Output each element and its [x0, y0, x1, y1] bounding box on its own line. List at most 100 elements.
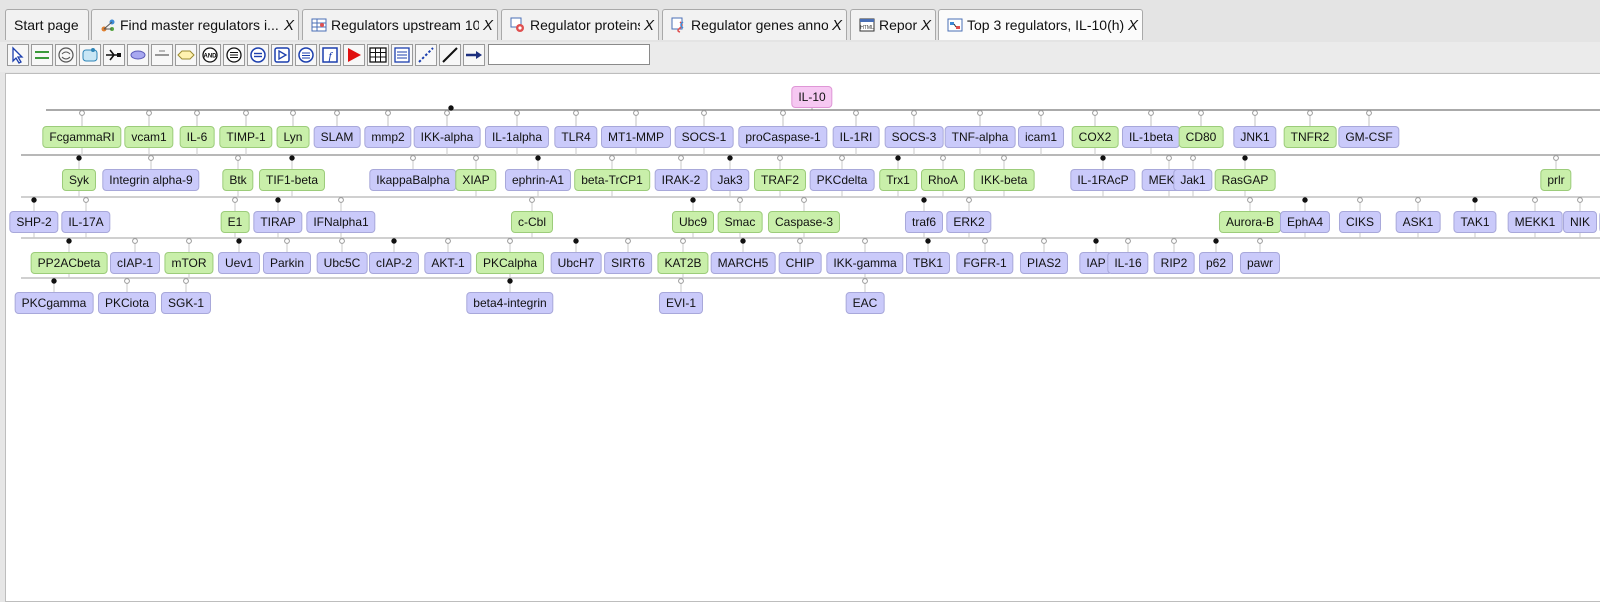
diagram-node[interactable]: Smac [717, 211, 763, 233]
diagram-node[interactable]: IkappaBalpha [369, 169, 457, 191]
diagram-node[interactable]: IKK-beta [973, 169, 1035, 191]
diagram-node[interactable]: pawr [1239, 252, 1281, 274]
diagram-node[interactable]: COX2 [1071, 126, 1119, 148]
diagram-node[interactable]: NIK [1562, 211, 1598, 233]
close-icon[interactable]: X [921, 17, 931, 34]
tab-top-3-regulators[interactable]: Top 3 regulators, IL-10(h) X [938, 9, 1143, 40]
add-pathway-button[interactable] [103, 44, 125, 66]
diagram-node[interactable]: EAC [845, 292, 885, 314]
diagram-node[interactable]: cIAP-1 [109, 252, 161, 274]
diagram-node[interactable]: IL-1alpha [484, 126, 550, 148]
diagram-node[interactable]: IL-1RAcP [1070, 169, 1136, 191]
close-icon[interactable]: X [832, 17, 842, 34]
diagram-node[interactable]: Integrin alpha-9 [102, 169, 200, 191]
diagram-node[interactable]: RasGAP [1214, 169, 1276, 191]
add-event-button[interactable] [271, 44, 293, 66]
diagram-node[interactable]: PKCdelta [809, 169, 875, 191]
diagram-node[interactable]: Jak1 [1173, 169, 1213, 191]
add-reaction-button[interactable] [31, 44, 53, 66]
diagram-node[interactable]: SIRT6 [604, 252, 652, 274]
diagram-node[interactable]: SHP-2 [9, 211, 59, 233]
diagram-node[interactable]: EphA4 [1279, 211, 1331, 233]
close-icon[interactable]: X [284, 17, 294, 34]
diagram-node[interactable]: RIP2 [1153, 252, 1195, 274]
diagram-node[interactable]: IL-17A [61, 211, 111, 233]
diagram-node[interactable]: CIKS [1338, 211, 1382, 233]
diagram-node[interactable]: beta-TrCP1 [574, 169, 650, 191]
close-icon[interactable]: X [644, 17, 654, 34]
diagram-node[interactable]: AKT-1 [424, 252, 472, 274]
add-note-button[interactable] [295, 44, 317, 66]
diagram-node[interactable]: RhoA [920, 169, 966, 191]
diagram-node[interactable]: SOCS-3 [884, 126, 944, 148]
diagram-node[interactable]: icam1 [1017, 126, 1065, 148]
tab-start-page[interactable]: Start page [5, 9, 89, 40]
diagram-node[interactable]: SOCS-1 [674, 126, 734, 148]
add-function-button[interactable]: f [319, 44, 341, 66]
diagram-node[interactable]: TBK1 [905, 252, 951, 274]
diagram-node[interactable]: TRAF2 [753, 169, 807, 191]
diagram-node[interactable]: IL-1RI [832, 126, 880, 148]
close-icon[interactable]: X [1128, 17, 1138, 34]
diagram-node[interactable]: TIF1-beta [258, 169, 326, 191]
diagram-node[interactable]: traf6 [904, 211, 944, 233]
diagram-node[interactable]: Syk [61, 169, 97, 191]
diagram-node[interactable]: Btk [222, 169, 254, 191]
diagram-node[interactable]: p62 [1198, 252, 1234, 274]
diagram-node[interactable]: mTOR [164, 252, 214, 274]
close-icon[interactable]: X [483, 17, 493, 34]
add-gene-button[interactable] [151, 44, 173, 66]
diagram-node[interactable]: IL-16 [1107, 252, 1149, 274]
diagram-node[interactable]: proCaspase-1 [738, 126, 828, 148]
diagram-node[interactable]: E1 [220, 211, 250, 233]
add-and-button[interactable]: AND [199, 44, 221, 66]
diagram-node[interactable]: cIAP-2 [368, 252, 420, 274]
line-button[interactable] [439, 44, 461, 66]
diagram-node[interactable]: IL-1beta [1121, 126, 1181, 148]
diagram-node[interactable]: Uev1 [217, 252, 261, 274]
tab-find-master-regulators[interactable]: Find master regulators i... X [91, 9, 299, 40]
add-rna-button[interactable] [175, 44, 197, 66]
diagram-node[interactable]: Lyn [276, 126, 310, 148]
diagram-node[interactable]: TAK1 [1453, 211, 1497, 233]
diagram-node-root[interactable]: IL-10 [791, 86, 833, 108]
diagram-node[interactable]: Caspase-3 [767, 211, 841, 233]
diagram-node[interactable]: IFNalpha1 [306, 211, 376, 233]
add-state-button[interactable] [247, 44, 269, 66]
diagram-node[interactable]: PIAS2 [1019, 252, 1069, 274]
diagram-node[interactable]: MEKK1 [1507, 211, 1563, 233]
diagram-node[interactable]: PKCalpha [475, 252, 545, 274]
diagram-node[interactable]: IL-6 [179, 126, 215, 148]
diagram-node[interactable]: UbcH7 [550, 252, 602, 274]
arrow-button[interactable] [463, 44, 485, 66]
diagram-node[interactable]: GM-CSF [1338, 126, 1400, 148]
tab-report[interactable]: HTML Report X [850, 9, 936, 40]
diagram-node[interactable]: IRAK-2 [654, 169, 708, 191]
diagram-node[interactable]: SLAM [313, 126, 361, 148]
toolbar-search-input[interactable] [488, 44, 650, 65]
diagram-node[interactable]: PP2ACbeta [30, 252, 108, 274]
diagram-node[interactable]: ephrin-A1 [504, 169, 572, 191]
diagram-node[interactable]: SGK-1 [160, 292, 212, 314]
tab-regulator-proteins[interactable]: Regulator proteins X [501, 9, 659, 40]
diagram-node[interactable]: mmp2 [364, 126, 412, 148]
diagram-node[interactable]: MT1-MMP [601, 126, 671, 148]
diagram-node[interactable]: TNFR2 [1283, 126, 1337, 148]
diagram-node[interactable]: Aurora-B [1218, 211, 1282, 233]
diagram-node[interactable]: EVI-1 [658, 292, 704, 314]
diagram-node[interactable]: Ubc5C [316, 252, 368, 274]
diagram-node[interactable]: Trx1 [879, 169, 917, 191]
diagram-node[interactable]: TNF-alpha [944, 126, 1016, 148]
add-compartment-button[interactable] [79, 44, 101, 66]
add-equivalence-button[interactable] [223, 44, 245, 66]
diagram-node[interactable]: IKK-alpha [413, 126, 481, 148]
diagram-node[interactable]: FcgammaRI [42, 126, 122, 148]
diagram-node[interactable]: c-Cbl [510, 211, 554, 233]
diagram-node[interactable]: vcam1 [124, 126, 174, 148]
diagram-node[interactable]: TLR4 [554, 126, 598, 148]
diagram-node[interactable]: Jak3 [710, 169, 750, 191]
diagram-node[interactable]: KAT2B [657, 252, 709, 274]
tab-regulator-genes-annot[interactable]: Regulator genes annot X [662, 9, 847, 40]
diagram-node[interactable]: beta4-integrin [466, 292, 554, 314]
select-tool-button[interactable] [7, 44, 29, 66]
